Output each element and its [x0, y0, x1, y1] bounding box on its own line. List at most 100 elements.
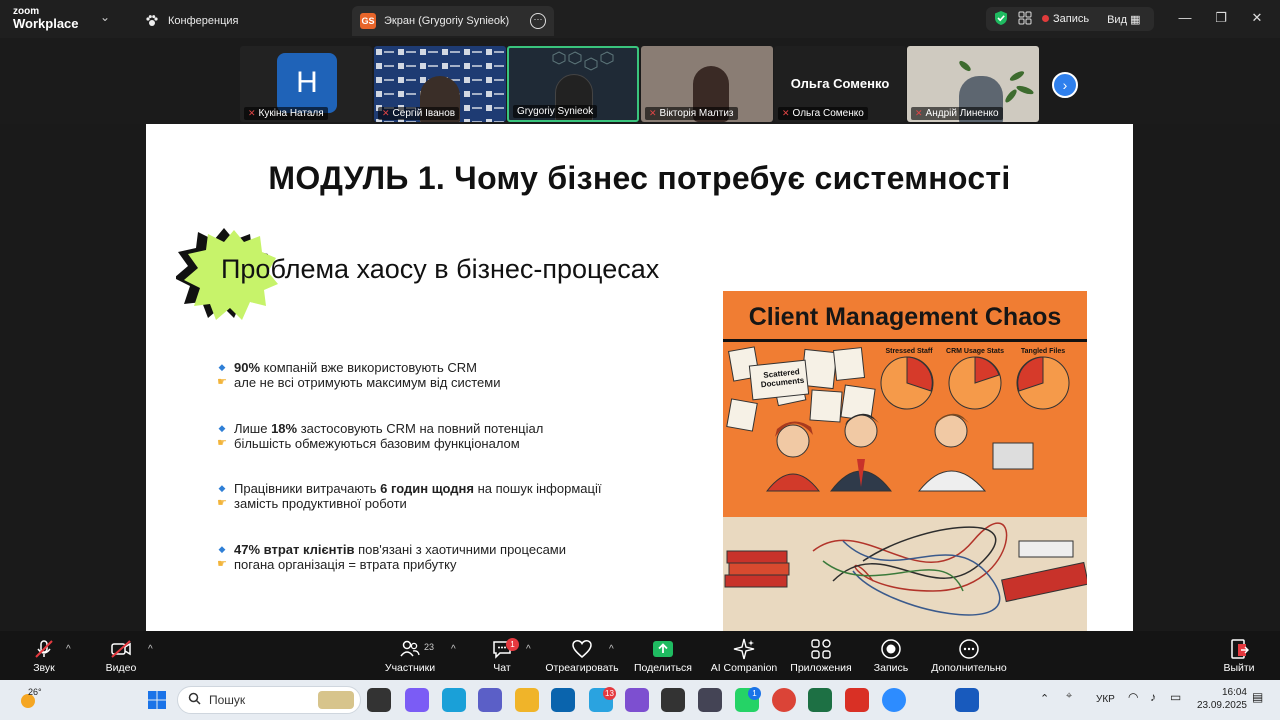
more-dots-icon — [958, 636, 980, 662]
zoom-icon[interactable] — [882, 688, 906, 712]
participants-label: Участники — [384, 662, 436, 674]
language-indicator[interactable]: УКР — [1096, 694, 1115, 705]
camera-off-icon — [109, 636, 133, 662]
bullet-sub: погана організація = втрата прибутку — [234, 557, 457, 572]
chatgpt-icon[interactable] — [661, 688, 685, 712]
participant-name: Grygoriy Synieok — [517, 106, 594, 117]
sparkle-icon — [733, 636, 755, 662]
minimize-icon[interactable]: — — [1175, 8, 1195, 28]
chat-label: Чат — [493, 662, 511, 674]
participant-tile-active[interactable]: Grygoriy Synieok — [507, 46, 639, 122]
search-icon — [188, 692, 201, 708]
slide-title: МОДУЛЬ 1. Чому бізнес потребує системнос… — [268, 160, 1011, 196]
location-mic-icon[interactable]: ⌖ — [1066, 690, 1072, 703]
participant-display-name: Ольга Соменко — [790, 76, 890, 91]
mic-muted-icon — [33, 636, 55, 662]
chevron-up-icon[interactable]: ^ — [609, 644, 614, 655]
bullet-group: ◆ Працівники витрачають 6 годин щодня на … — [216, 481, 706, 511]
participant-tile[interactable]: ✕ Вікторія Малтиз — [641, 46, 773, 122]
participant-tile[interactable]: ✕ Андрій Линенко — [907, 46, 1039, 122]
diamond-icon: ◆ — [218, 362, 226, 372]
taskbar-search[interactable]: Пошук — [177, 686, 361, 714]
chevron-down-icon[interactable]: ⌄ — [100, 10, 110, 24]
record-button[interactable]: Запись — [872, 636, 910, 678]
view-label: Вид — [1107, 13, 1127, 26]
tab-conference[interactable]: Конференция — [136, 6, 246, 36]
more-icon[interactable]: ··· — [530, 13, 546, 29]
clock-time: 16:04 — [1221, 687, 1247, 698]
layout-icon[interactable] — [1018, 11, 1032, 28]
logo-bottom-text: Workplace — [13, 16, 79, 31]
view-menu[interactable]: Вид ▦ — [1107, 13, 1140, 26]
next-page-button[interactable]: › — [1052, 72, 1078, 98]
bullet-group: ◆ 47% втрат клієнтів пов'язані з хаотични… — [216, 542, 706, 572]
react-label: Отреагировать — [545, 662, 619, 674]
close-icon[interactable]: ✕ — [1247, 8, 1267, 28]
telegram-badge: 13 — [603, 687, 616, 700]
participant-tile[interactable]: Ольга Соменко ✕ Ольга Соменко — [774, 46, 906, 122]
clock[interactable]: 16:04 23.09.2025 — [1195, 686, 1247, 712]
chevron-up-icon[interactable]: ^ — [526, 644, 531, 655]
bullet-highlight: 90% — [234, 360, 261, 375]
avatar: H — [277, 53, 337, 113]
volume-icon[interactable]: ♪ — [1150, 690, 1156, 704]
react-button[interactable]: Отреагировать — [544, 636, 620, 678]
zoom-workplace-logo[interactable]: zoom Workplace — [13, 6, 79, 30]
presenter-badge: GS — [360, 13, 376, 29]
task-view-icon[interactable] — [367, 688, 391, 712]
bullet-pre: Лише — [234, 421, 272, 436]
weather-widget[interactable]: 26° — [18, 687, 48, 713]
participant-tile[interactable]: H ✕ Кукіна Наталя — [240, 46, 372, 122]
apps-button[interactable]: Приложения — [789, 636, 853, 678]
pie-label: Tangled Files — [1020, 348, 1066, 355]
chevron-up-icon[interactable]: ^ — [66, 644, 71, 655]
edge-icon[interactable] — [442, 688, 466, 712]
tray-chevron-icon[interactable]: ⌃ — [1040, 692, 1049, 705]
chevron-up-icon[interactable]: ^ — [451, 644, 456, 655]
viber-icon[interactable] — [625, 688, 649, 712]
bullet-text: 90% компаній вже використовують CRM — [234, 360, 477, 375]
chrome-icon[interactable] — [772, 688, 796, 712]
participant-tile[interactable]: ✕ Сергій Іванов — [374, 46, 506, 122]
more-button[interactable]: Дополнительно — [929, 636, 1009, 678]
battery-icon[interactable]: ▭ — [1170, 690, 1181, 704]
excel-icon[interactable] — [808, 688, 832, 712]
ai-companion-button[interactable]: AI Companion — [710, 636, 778, 678]
audio-label: Звук — [33, 662, 55, 674]
share-button[interactable]: Поделиться — [633, 636, 693, 678]
copilot-icon[interactable] — [405, 688, 429, 712]
recording-indicator[interactable]: Запись — [1042, 13, 1089, 25]
bullet-text: Лише 18% застосовують CRM на повний поте… — [234, 421, 543, 436]
bullet-rest: компаній вже використовують CRM — [260, 360, 477, 375]
apps-icon — [810, 636, 832, 662]
chevron-up-icon[interactable]: ^ — [148, 644, 153, 655]
pdf-icon[interactable] — [845, 688, 869, 712]
participant-name: Андрій Линенко — [925, 108, 999, 119]
restore-icon[interactable]: ❐ — [1211, 8, 1231, 28]
more-label: Дополнительно — [931, 662, 1007, 674]
wifi-icon[interactable]: ◠ — [1128, 690, 1138, 704]
people-icon — [399, 636, 421, 662]
tab-screen-share[interactable]: GS Экран (Grygoriy Synieok) ··· — [352, 6, 554, 36]
mic-off-icon: ✕ — [649, 108, 657, 118]
word-icon[interactable] — [955, 688, 979, 712]
outlook-icon[interactable] — [551, 688, 575, 712]
file-explorer-icon[interactable] — [515, 688, 539, 712]
bullet-rest: пов'язані з хаотичними процесами — [354, 542, 566, 557]
app-icon[interactable] — [698, 688, 722, 712]
diamond-icon: ◆ — [218, 423, 226, 433]
heart-icon — [571, 636, 593, 662]
video-button[interactable]: Видео — [103, 636, 139, 678]
notifications-icon[interactable]: ▤ — [1252, 690, 1263, 704]
teams-icon[interactable] — [478, 688, 502, 712]
diamond-icon: ◆ — [218, 544, 226, 554]
shield-check-icon[interactable] — [994, 10, 1008, 29]
grid-icon: ▦ — [1130, 13, 1141, 26]
search-highlight-image — [318, 691, 354, 709]
leave-button[interactable]: Выйти — [1222, 636, 1256, 678]
windows-start-icon[interactable] — [145, 688, 169, 712]
audio-button[interactable]: Звук — [26, 636, 62, 678]
bullet-highlight: 18% — [271, 421, 298, 436]
pointing-hand-icon: ☛ — [217, 437, 227, 449]
record-dot-icon — [1042, 15, 1049, 22]
